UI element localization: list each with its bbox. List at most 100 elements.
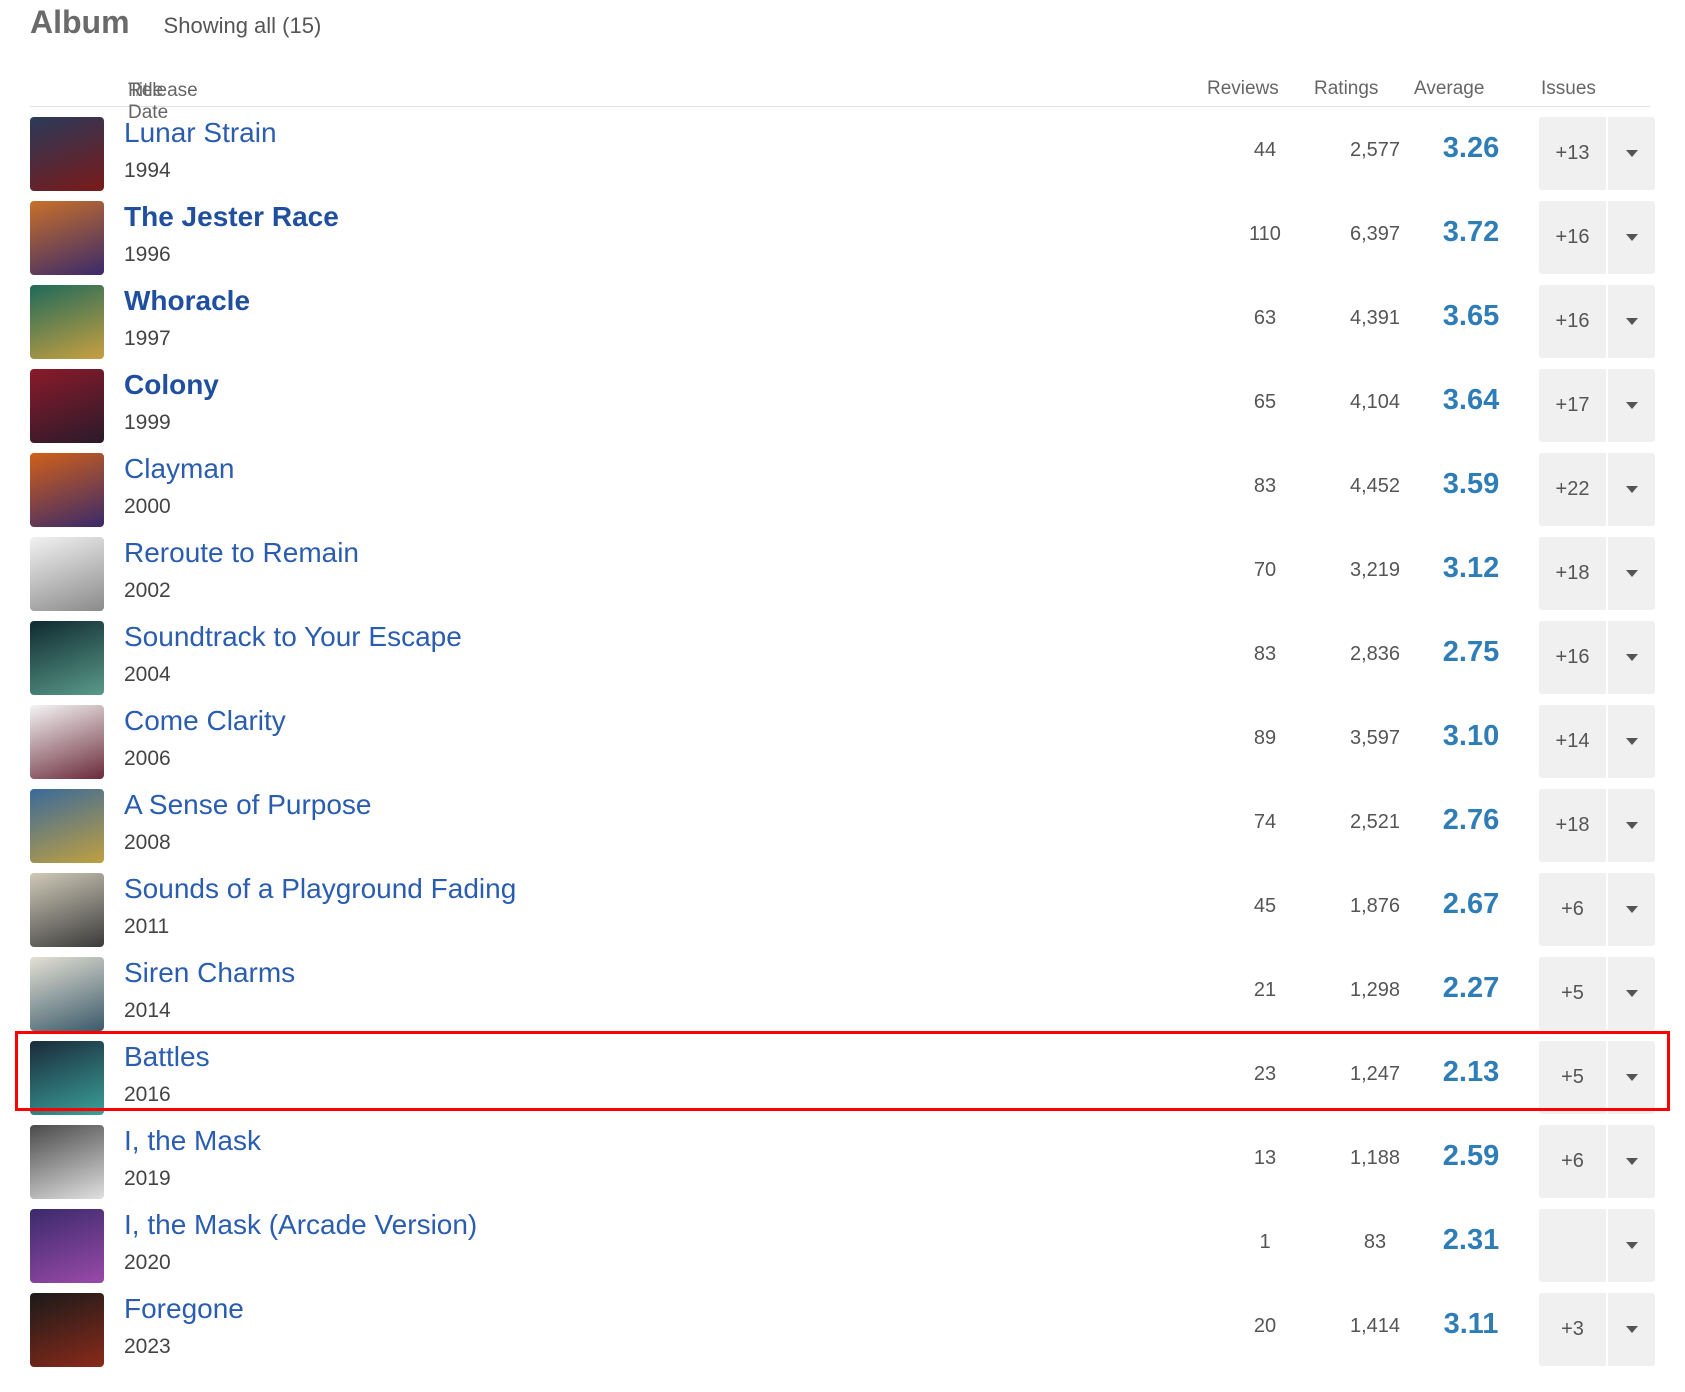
album-issues-button[interactable]: +6: [1539, 1125, 1606, 1198]
album-cover[interactable]: [30, 789, 104, 863]
album-reviews-count: 110: [1249, 223, 1281, 245]
column-header-reviews[interactable]: Reviews: [1207, 78, 1279, 100]
album-cover[interactable]: [30, 1209, 104, 1283]
album-dropdown-button[interactable]: [1608, 705, 1655, 778]
column-header-average[interactable]: Average: [1414, 78, 1484, 100]
album-dropdown-button[interactable]: [1608, 873, 1655, 946]
album-issues-button[interactable]: +18: [1539, 537, 1606, 610]
album-dropdown-button[interactable]: [1608, 1041, 1655, 1114]
album-release-year: 2011: [124, 915, 170, 938]
album-average-rating: 3.65: [1442, 300, 1500, 332]
album-cover[interactable]: [30, 201, 104, 275]
album-cover[interactable]: [30, 537, 104, 611]
album-dropdown-button[interactable]: [1608, 789, 1655, 862]
album-ratings-count: 6,397: [1349, 223, 1401, 245]
album-reviews-count: 83: [1253, 475, 1277, 497]
album-cover[interactable]: [30, 621, 104, 695]
album-dropdown-button[interactable]: [1608, 369, 1655, 442]
album-title-link[interactable]: Reroute to Remain: [124, 537, 359, 569]
album-dropdown-button[interactable]: [1608, 201, 1655, 274]
album-title-link[interactable]: I, the Mask: [124, 1125, 261, 1157]
album-issues-button[interactable]: +16: [1539, 621, 1606, 694]
album-average-rating: 2.76: [1442, 804, 1500, 836]
album-dropdown-button[interactable]: [1608, 621, 1655, 694]
album-cover[interactable]: [30, 1125, 104, 1199]
section-header: Album Showing all (15): [30, 4, 321, 44]
album-average-rating: 3.72: [1442, 216, 1500, 248]
album-cover[interactable]: [30, 285, 104, 359]
album-average-rating: 3.12: [1442, 552, 1500, 584]
album-title-link[interactable]: Colony: [124, 369, 219, 401]
album-cover[interactable]: [30, 369, 104, 443]
album-issues-button[interactable]: +6: [1539, 873, 1606, 946]
album-average-rating: 3.26: [1442, 132, 1500, 164]
album-dropdown-button[interactable]: [1608, 1209, 1655, 1282]
album-cover[interactable]: [30, 453, 104, 527]
album-dropdown-button[interactable]: [1608, 1125, 1655, 1198]
album-title-link[interactable]: Lunar Strain: [124, 117, 277, 149]
album-reviews-count: 23: [1253, 1063, 1277, 1085]
album-issues-button[interactable]: +5: [1539, 1041, 1606, 1114]
album-reviews-count: 70: [1253, 559, 1277, 581]
album-title-link[interactable]: A Sense of Purpose: [124, 789, 372, 821]
album-dropdown-button[interactable]: [1608, 453, 1655, 526]
album-issues-button[interactable]: +5: [1539, 957, 1606, 1030]
column-headers: Title / Release Date Reviews Ratings Avera…: [30, 76, 1650, 123]
album-title-link[interactable]: Siren Charms: [124, 957, 295, 989]
album-row: A Sense of Purpose 2008 74 2,521 2.76 +18: [30, 787, 1655, 871]
album-title-link[interactable]: Come Clarity: [124, 705, 286, 737]
album-issues-button[interactable]: [1539, 1209, 1606, 1282]
album-ratings-count: 2,521: [1349, 811, 1401, 833]
album-ratings-count: 1,414: [1349, 1315, 1401, 1337]
album-dropdown-button[interactable]: [1608, 957, 1655, 1030]
album-list: Lunar Strain 1994 44 2,577 3.26 +13 The Jester…: [30, 115, 1655, 1375]
album-ratings-count: 4,104: [1349, 391, 1401, 413]
album-dropdown-button[interactable]: [1608, 285, 1655, 358]
album-cover[interactable]: [30, 873, 104, 947]
album-cover[interactable]: [30, 1041, 104, 1115]
caret-down-icon: [1625, 402, 1638, 409]
album-cover[interactable]: [30, 957, 104, 1031]
album-title-link[interactable]: Battles: [124, 1041, 210, 1073]
album-issues-button[interactable]: +3: [1539, 1293, 1606, 1366]
album-issues-button[interactable]: +22: [1539, 453, 1606, 526]
album-title-link[interactable]: Foregone: [124, 1293, 244, 1325]
album-issues-button[interactable]: +13: [1539, 117, 1606, 190]
album-release-year: 2016: [124, 1083, 171, 1106]
album-reviews-count: 44: [1253, 139, 1277, 161]
album-cover[interactable]: [30, 1293, 104, 1367]
album-reviews-count: 83: [1253, 643, 1277, 665]
album-dropdown-button[interactable]: [1608, 117, 1655, 190]
album-issues-button[interactable]: +16: [1539, 201, 1606, 274]
column-header-ratings[interactable]: Ratings: [1314, 78, 1378, 100]
album-ratings-count: 1,876: [1349, 895, 1401, 917]
caret-down-icon: [1625, 822, 1638, 829]
album-cover[interactable]: [30, 705, 104, 779]
album-reviews-count: 63: [1253, 307, 1277, 329]
caret-down-icon: [1625, 1158, 1638, 1165]
album-dropdown-button[interactable]: [1608, 1293, 1655, 1366]
album-average-rating: 2.59: [1442, 1140, 1500, 1172]
album-dropdown-button[interactable]: [1608, 537, 1655, 610]
album-issues-button[interactable]: +18: [1539, 789, 1606, 862]
album-release-year: 1994: [124, 159, 171, 182]
album-row: I, the Mask (Arcade Version) 2020 1 83 2.31: [30, 1207, 1655, 1291]
album-reviews-count: 1: [1259, 1231, 1271, 1253]
album-title-link[interactable]: Sounds of a Playground Fading: [124, 873, 516, 905]
album-title-link[interactable]: I, the Mask (Arcade Version): [124, 1209, 477, 1241]
album-issues-button[interactable]: +17: [1539, 369, 1606, 442]
album-issues-button[interactable]: +16: [1539, 285, 1606, 358]
album-issues-button[interactable]: +14: [1539, 705, 1606, 778]
album-title-link[interactable]: Clayman: [124, 453, 234, 485]
caret-down-icon: [1625, 318, 1638, 325]
album-title-link[interactable]: The Jester Race: [124, 201, 339, 233]
album-release-year: 2002: [124, 579, 171, 602]
album-title-link[interactable]: Soundtrack to Your Escape: [124, 621, 462, 653]
caret-down-icon: [1625, 1242, 1638, 1249]
album-row: Siren Charms 2014 21 1,298 2.27 +5: [30, 955, 1655, 1039]
album-average-rating: 2.31: [1442, 1224, 1500, 1256]
album-title-link[interactable]: Whoracle: [124, 285, 250, 317]
album-release-year: 2006: [124, 747, 171, 770]
album-row: Reroute to Remain 2002 70 3,219 3.12 +18: [30, 535, 1655, 619]
album-cover[interactable]: [30, 117, 104, 191]
